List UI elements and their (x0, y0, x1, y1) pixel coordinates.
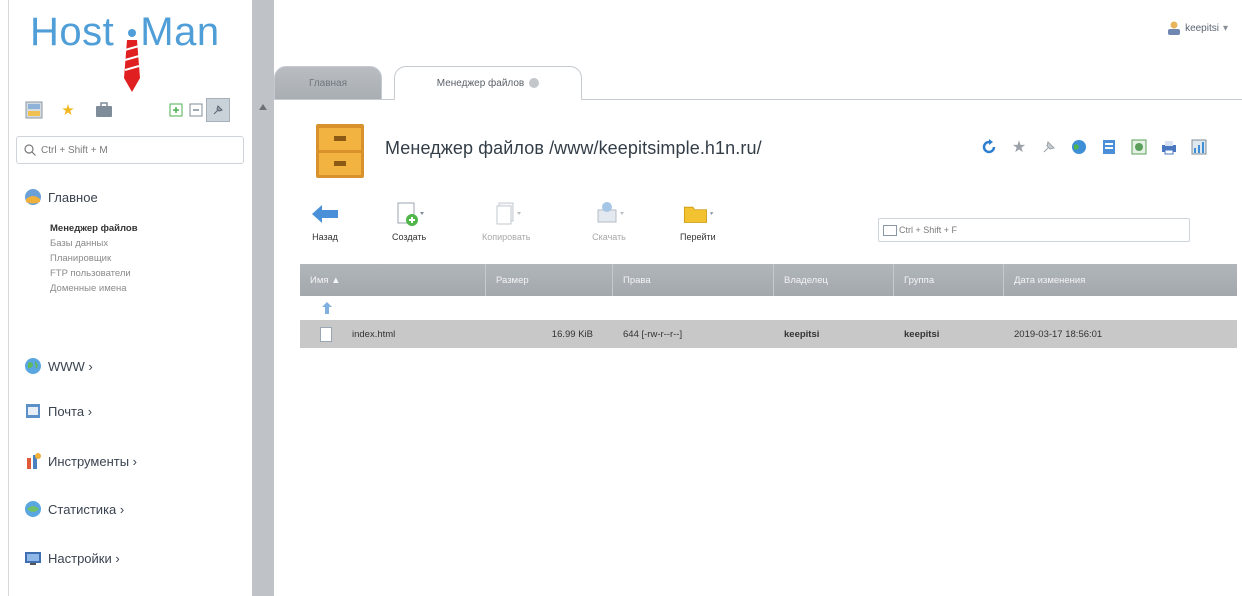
tab-label: Менеджер файлов (436, 77, 525, 89)
mail-icon (26, 404, 40, 418)
sidebar-section-settings[interactable]: Настройки › (24, 549, 120, 567)
copy-label: Копировать (482, 232, 531, 242)
logo-text-left: Host (30, 10, 115, 54)
sidebar-section-label: Главное (48, 189, 98, 205)
sidebar-item-file-manager[interactable]: Менеджер файлов (50, 221, 138, 236)
document-icon[interactable] (1100, 138, 1118, 156)
header-actions: ★ (980, 138, 1208, 156)
filter-input[interactable]: Ctrl + Shift + F (878, 218, 1190, 242)
sidebar-item-databases[interactable]: Базы данных (50, 236, 138, 251)
user-menu[interactable]: keepitsi ▾ (1166, 20, 1228, 36)
www-globe-icon (25, 358, 41, 374)
file-perms: 644 [-rw-r--r--] (623, 328, 683, 340)
settings-monitor-icon (25, 552, 41, 565)
search-icon (24, 144, 36, 156)
goto-button[interactable]: Перейти (680, 198, 716, 242)
file-table: Имя ▲ Размер Права Владелец Группа Дата … (300, 264, 1237, 348)
collapse-all-icon[interactable] (186, 100, 206, 120)
col-group[interactable]: Группа (894, 264, 1004, 296)
sidebar-item-ftp-users[interactable]: FTP пользователи (50, 266, 138, 281)
file-name: index.html (352, 328, 396, 340)
sidebar-section-label: Статистика › (48, 501, 125, 517)
tab-bar: Главная Менеджер файлов (274, 66, 1242, 100)
chart-icon[interactable] (1190, 138, 1208, 156)
sidebar-section-main[interactable]: Главное (24, 188, 98, 206)
star-icon[interactable]: ★ (58, 100, 78, 120)
briefcase-icon[interactable] (94, 100, 114, 120)
star-icon[interactable]: ★ (1010, 138, 1028, 156)
expand-all-icon[interactable] (166, 100, 186, 120)
sidebar-item-domains[interactable]: Доменные имена (50, 281, 138, 296)
sidebar-search-placeholder: Ctrl + Shift + M (41, 144, 108, 156)
sidebar-section-tools[interactable]: Инструменты › (24, 452, 137, 470)
file-icon (320, 326, 332, 342)
necktie-logo-icon (124, 29, 140, 92)
create-file-icon (392, 198, 426, 230)
tab-label: Главная (308, 77, 348, 89)
page-title: Менеджер файлов /www/keepitsimple.h1n.ru… (385, 138, 762, 158)
globe-icon[interactable] (1070, 138, 1088, 156)
filter-placeholder: Ctrl + Shift + F (899, 225, 958, 235)
sidebar-section-label: Настройки › (48, 550, 120, 566)
goto-label: Перейти (680, 232, 716, 242)
col-name[interactable]: Имя ▲ (300, 264, 486, 296)
left-border (8, 0, 9, 596)
file-group: keepitsi (904, 328, 940, 340)
stats-globe-icon (25, 501, 41, 517)
sidebar-splitter[interactable] (252, 0, 274, 596)
print-icon[interactable] (1160, 138, 1178, 156)
copy-button[interactable]: Копировать (482, 198, 530, 242)
help-icon[interactable] (1130, 138, 1148, 156)
table-row[interactable]: index.html 16.99 KiB 644 [-rw-r--r--] ke… (300, 320, 1237, 348)
file-date: 2019-03-17 18:56:01 (1014, 328, 1103, 340)
download-label: Скачать (592, 232, 626, 242)
table-header: Имя ▲ Размер Права Владелец Группа Дата … (300, 264, 1237, 296)
sidebar-submenu: Менеджер файлов Базы данных Планировщик … (50, 221, 138, 296)
sidebar-section-mail[interactable]: Почта › (24, 402, 92, 420)
back-label: Назад (312, 232, 338, 242)
tab-file-manager[interactable]: Менеджер файлов (394, 66, 582, 100)
file-cabinet-icon (316, 124, 364, 178)
tree-view-icon[interactable] (24, 100, 44, 120)
collapse-arrow-icon[interactable] (259, 104, 267, 110)
sidebar-section-label: WWW › (48, 358, 93, 374)
col-size[interactable]: Размер (486, 264, 613, 296)
col-owner[interactable]: Владелец (774, 264, 894, 296)
sidebar-section-www[interactable]: WWW › (24, 357, 93, 375)
sidebar-search-input[interactable]: Ctrl + Shift + M (16, 136, 244, 164)
create-label: Создать (392, 232, 427, 242)
file-size: 16.99 KiB (551, 328, 593, 340)
chevron-down-icon: ▾ (1222, 22, 1228, 34)
pin-icon[interactable] (1040, 138, 1058, 156)
pin-icon[interactable] (206, 98, 230, 122)
user-name: keepitsi (1185, 22, 1219, 34)
col-perms[interactable]: Права (613, 264, 774, 296)
logo-text-right: Man (140, 10, 220, 54)
back-arrow-icon (308, 198, 342, 230)
user-icon (1168, 21, 1181, 35)
close-tab-icon[interactable] (529, 78, 540, 88)
folder-icon (681, 198, 715, 230)
create-button[interactable]: Создать (392, 198, 426, 242)
parent-directory-row[interactable] (300, 296, 1237, 320)
copy-icon (489, 198, 523, 230)
home-globe-icon (25, 189, 41, 205)
app-window: Host Man keepitsi ▾ ★ Ctrl + Shift + M Г… (0, 0, 1242, 596)
tab-main[interactable]: Главная (274, 66, 382, 100)
sidebar-item-scheduler[interactable]: Планировщик (50, 251, 138, 266)
sidebar-section-label: Инструменты › (48, 453, 138, 469)
sidebar-toolbar: ★ (24, 98, 246, 128)
download-icon (592, 198, 626, 230)
refresh-icon[interactable] (980, 138, 998, 156)
download-button[interactable]: Скачать (592, 198, 626, 242)
tools-icon (27, 453, 41, 469)
back-button[interactable]: Назад (308, 198, 342, 242)
filter-icon (883, 224, 897, 236)
file-owner: keepitsi (784, 328, 820, 340)
col-date[interactable]: Дата изменения (1004, 264, 1237, 296)
sidebar-section-statistics[interactable]: Статистика › (24, 500, 124, 518)
hostman-logo[interactable]: Host Man (28, 8, 243, 94)
sidebar-section-label: Почта › (48, 403, 93, 419)
up-directory-icon[interactable] (320, 301, 334, 315)
